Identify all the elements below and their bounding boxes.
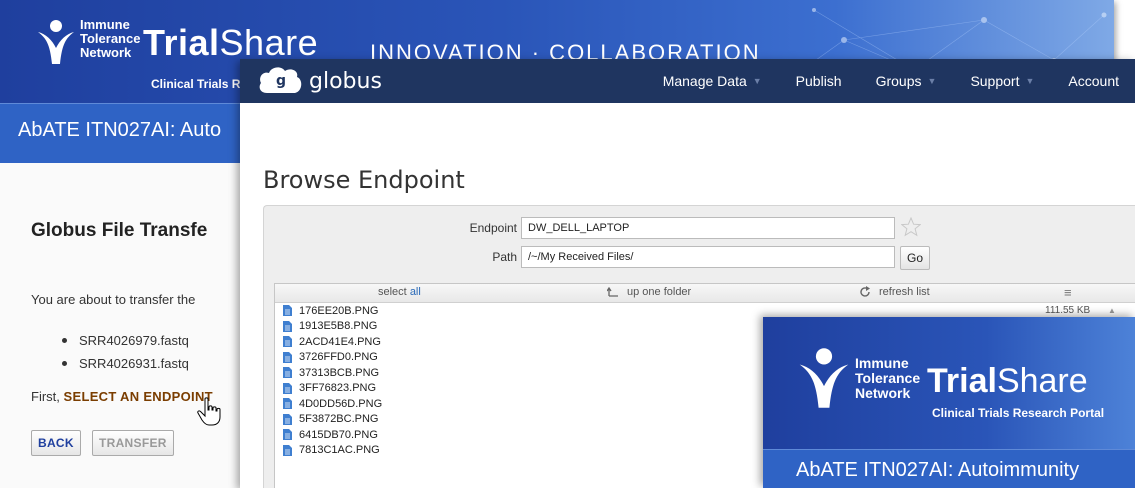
file-name: 176EE20B.PNG <box>299 304 379 317</box>
svg-text:g: g <box>276 73 286 89</box>
select-prefix: select <box>378 286 407 298</box>
file-name: 5F3872BC.PNG <box>299 413 379 426</box>
file-name: 1913E5B8.PNG <box>299 320 378 333</box>
logo-line-tolerance: Tolerance <box>80 31 141 46</box>
first-prefix: First, <box>31 389 60 404</box>
refresh-label: refresh list <box>879 286 930 298</box>
up-folder-label: up one folder <box>627 286 692 298</box>
chevron-down-icon: ▼ <box>927 76 937 86</box>
transfer-button[interactable]: TRANSFER <box>92 430 174 456</box>
select-all-link[interactable]: all <box>410 286 421 298</box>
portal-subtitle: Clinical Trials Research Portal <box>932 406 1105 420</box>
nav-account[interactable]: Account <box>1068 73 1119 89</box>
brand-share: Share <box>219 22 319 63</box>
nav-groups[interactable]: Groups ▼ <box>876 73 937 89</box>
list-item: SRR4026931.fastq <box>62 352 189 375</box>
logo-line-network: Network <box>80 45 132 60</box>
page-heading: Globus File Transfe <box>31 220 208 241</box>
file-name: 2ACD41E4.PNG <box>299 335 381 348</box>
file-icon <box>283 429 292 441</box>
globus-logo-icon[interactable]: g <box>257 65 305 97</box>
file-icon <box>283 382 292 394</box>
nav-label: Groups <box>875 73 922 89</box>
file-browser-toolbar: select all up one folder refresh list ≡ <box>275 284 1135 303</box>
intro-text: You are about to transfer the <box>31 292 196 307</box>
globus-navbar: g globus Manage Data ▼ Publish Groups ▼ Su… <box>240 59 1135 103</box>
path-label: Path <box>492 250 517 264</box>
file-name: 6415DB70.PNG <box>299 428 378 441</box>
hamburger-menu-icon[interactable]: ≡ <box>1064 285 1072 300</box>
chevron-down-icon: ▼ <box>1025 76 1035 86</box>
file-name: 3726FFD0.PNG <box>299 351 378 364</box>
file-icon <box>283 444 292 456</box>
page-title: Browse Endpoint <box>263 166 465 194</box>
study-title-bar: AbATE ITN027AI: Autoimmunity <box>763 449 1135 488</box>
nav-label: Account <box>1068 73 1119 89</box>
refresh-icon <box>860 286 870 297</box>
list-item: SRR4026979.fastq <box>62 329 189 352</box>
file-icon <box>283 320 292 332</box>
file-list: SRR4026979.fastq SRR4026931.fastq <box>62 329 189 375</box>
brand-share: Share <box>996 362 1088 400</box>
file-name: 3FF76823.PNG <box>299 382 377 395</box>
file-name: 37313BCB.PNG <box>299 366 380 379</box>
file-icon <box>283 398 292 410</box>
globus-nav-menu: Manage Data ▼ Publish Groups ▼ Support ▼ Ac… <box>663 59 1135 103</box>
itn-figure-icon <box>799 348 849 408</box>
itn-logo: Immune Tolerance Network <box>797 344 920 412</box>
chevron-down-icon: ▼ <box>752 76 762 86</box>
file-icon <box>283 367 292 379</box>
refresh-list-button[interactable]: refresh list <box>859 286 930 298</box>
trialshare-logo-card: Immune Tolerance Network TrialShare Clin… <box>763 317 1135 488</box>
nav-support[interactable]: Support ▼ <box>970 73 1034 89</box>
itn-logo: Immune Tolerance Network <box>36 18 140 66</box>
endpoint-input[interactable] <box>521 217 895 239</box>
trialshare-brand: TrialShare <box>143 22 318 64</box>
go-button[interactable]: Go <box>900 246 930 270</box>
file-icon <box>283 413 292 425</box>
itn-figure-icon <box>38 20 74 64</box>
file-name: SRR4026979.fastq <box>79 333 189 348</box>
bullet <box>62 361 67 366</box>
nav-label: Manage Data <box>662 73 747 89</box>
hand-cursor-icon <box>197 397 221 426</box>
file-icon <box>283 336 292 348</box>
logo-line-network: Network <box>855 385 911 401</box>
brand-trial: Trial <box>927 362 997 400</box>
up-one-folder-button[interactable]: up one folder <box>607 286 691 298</box>
select-all-control: select all <box>378 286 421 298</box>
file-name: 7813C1AC.PNG <box>299 444 380 457</box>
globus-brand[interactable]: globus <box>309 69 382 94</box>
itn-logo-text: Immune Tolerance Network <box>855 356 920 412</box>
logo-line-immune: Immune <box>855 355 909 371</box>
bullet <box>62 338 67 343</box>
study-title: AbATE ITN027AI: Auto <box>18 119 222 141</box>
star-icon[interactable] <box>901 217 921 237</box>
portal-subtitle: Clinical Trials Re <box>151 77 248 91</box>
itn-logo-text: Immune Tolerance Network <box>80 18 140 60</box>
file-name: 4D0DD56D.PNG <box>299 397 383 410</box>
nav-label: Publish <box>795 73 842 89</box>
up-folder-icon <box>607 287 618 297</box>
trialshare-brand: TrialShare <box>927 362 1088 401</box>
path-input[interactable] <box>521 246 895 268</box>
first-step-text: First, SELECT AN ENDPOINT <box>31 389 213 404</box>
study-title: AbATE ITN027AI: Autoimmunity <box>796 459 1080 481</box>
select-endpoint-link[interactable]: SELECT AN ENDPOINT <box>64 389 213 404</box>
trialshare-header: Immune Tolerance Network TrialShare Clin… <box>763 317 1135 449</box>
logo-line-tolerance: Tolerance <box>855 370 921 386</box>
endpoint-label: Endpoint <box>469 221 517 235</box>
nav-label: Support <box>970 73 1020 89</box>
file-icon <box>283 305 292 317</box>
file-name: SRR4026931.fastq <box>79 356 189 371</box>
nav-manage-data[interactable]: Manage Data ▼ <box>663 73 762 89</box>
logo-line-immune: Immune <box>80 17 130 32</box>
brand-trial: Trial <box>143 22 220 63</box>
nav-publish[interactable]: Publish <box>796 73 842 89</box>
back-button[interactable]: BACK <box>31 430 81 456</box>
file-icon <box>283 351 292 363</box>
